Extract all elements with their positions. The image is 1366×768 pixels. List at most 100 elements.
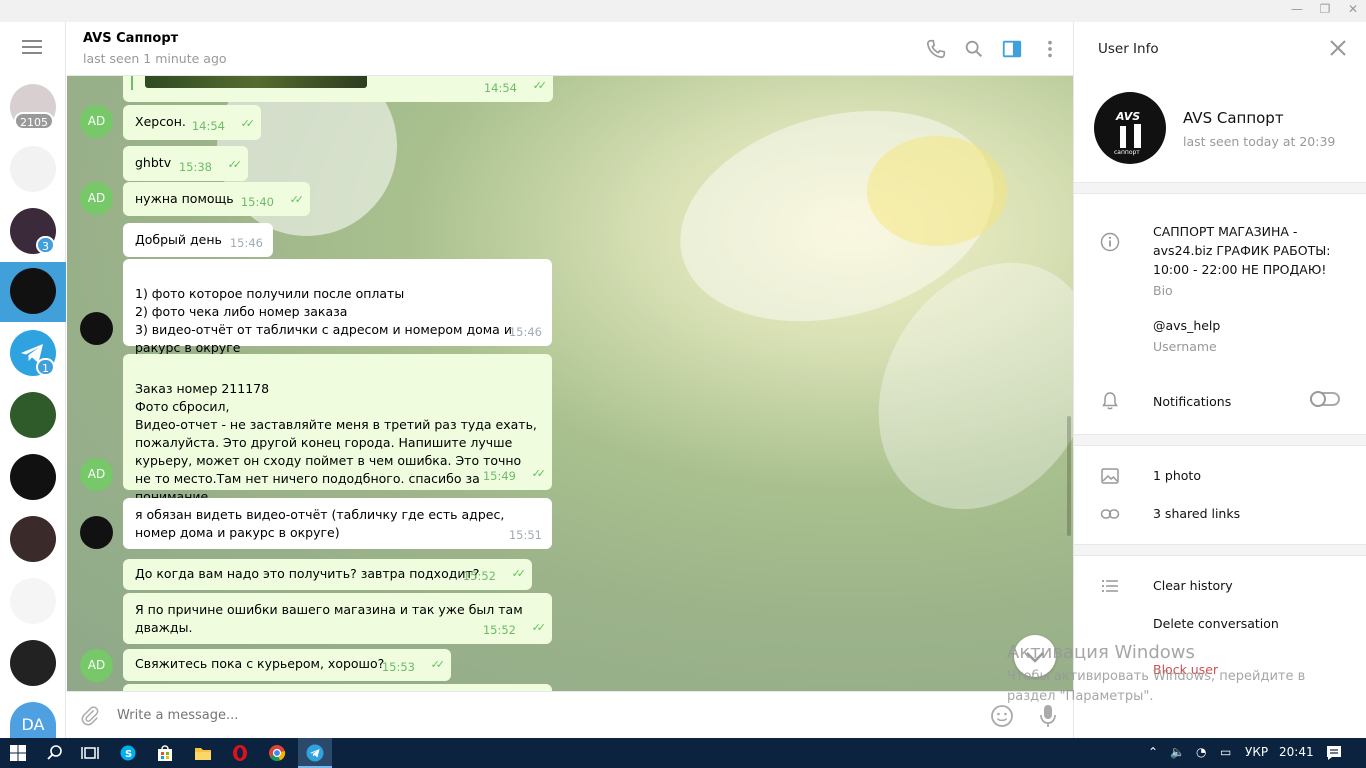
svg-text:саппорт: саппорт	[1114, 149, 1140, 156]
restore-button[interactable]: ❐	[1318, 2, 1332, 16]
minimize-button[interactable]: —	[1290, 2, 1304, 16]
shared-links-link[interactable]: 3 shared links	[1153, 504, 1240, 523]
telegram-taskbar-active[interactable]	[298, 738, 332, 768]
task-view-icon[interactable]	[80, 743, 100, 763]
phone-icon[interactable]	[925, 38, 947, 60]
photo-thumbnail[interactable]	[145, 76, 367, 88]
sidebar-chat-8[interactable]	[10, 516, 56, 562]
chat-list-sidebar: 2105 3 1 DA	[0, 22, 66, 738]
read-checks-icon: ✓✓	[511, 567, 527, 580]
avatar[interactable]: AD	[80, 182, 113, 215]
windows-taskbar: S ⌃ 🔈 ◔ ▭ УКР 20:41	[0, 738, 1366, 768]
more-options-icon[interactable]	[1039, 38, 1061, 60]
message-time: 15:46	[229, 236, 263, 250]
read-checks-icon: ✓✓	[240, 117, 256, 130]
scroll-to-bottom-button[interactable]	[1014, 635, 1056, 677]
message-bubble[interactable]: Свяжитесь пока с курьером, хорошо? 15:53…	[123, 649, 451, 681]
message-bubble[interactable]: Добрый день 15:46	[123, 223, 273, 257]
menu-icon[interactable]	[22, 40, 42, 54]
info-icon	[1100, 232, 1120, 252]
windows-start-icon[interactable]	[8, 743, 28, 763]
notifications-toggle[interactable]	[1310, 391, 1340, 407]
attach-icon[interactable]	[79, 704, 101, 726]
photos-link[interactable]: 1 photo	[1153, 466, 1201, 485]
bio-label: Bio	[1153, 283, 1173, 298]
clear-history-button[interactable]: Clear history	[1153, 576, 1233, 595]
close-window-button[interactable]: ✕	[1346, 2, 1360, 16]
message-bubble[interactable]: 14:54 ✓✓	[123, 76, 553, 102]
close-icon[interactable]	[1328, 38, 1348, 58]
message-bubble[interactable]: ghbtv 15:38 ✓✓	[123, 146, 248, 181]
chat-header: AVS Саппорт last seen 1 minute ago	[67, 22, 1073, 76]
network-icon[interactable]: ◔	[1196, 745, 1206, 759]
emoji-icon[interactable]	[990, 704, 1014, 728]
chat-scrollbar[interactable]	[1067, 416, 1071, 536]
sidebar-chat-3[interactable]: 3	[10, 208, 56, 254]
avatar[interactable]	[80, 516, 113, 549]
avatar[interactable]: AD	[80, 458, 113, 491]
link-icon	[1100, 509, 1120, 519]
sidebar-chat-avs[interactable]	[10, 268, 56, 314]
read-checks-icon: ✓✓	[430, 658, 446, 671]
sidebar-chat-telegram[interactable]: 1	[10, 330, 56, 376]
message-bubble[interactable]: Я по причине ошибки вашего магазина и та…	[123, 593, 552, 644]
sidebar-chat-9[interactable]	[10, 578, 56, 624]
chat-messages-area[interactable]: 14:54 ✓✓ AD Херсон. 14:54 ✓✓ ghbtv 15:38…	[67, 76, 1073, 691]
sidebar-chat-2[interactable]	[10, 146, 56, 192]
message-bubble[interactable]	[123, 684, 552, 691]
profile-last-seen: last seen today at 20:39	[1183, 134, 1336, 149]
info-title: User Info	[1098, 41, 1159, 57]
username-value[interactable]: @avs_help	[1153, 316, 1220, 335]
message-bubble[interactable]: Заказ номер 211178 Фото сбросил, Видео-о…	[123, 354, 552, 504]
notifications-center-icon[interactable]	[1324, 743, 1344, 763]
block-user-button[interactable]: Block user	[1153, 660, 1218, 679]
message-time: 15:40	[240, 195, 274, 209]
avs-logo-icon: AVS саппорт	[1114, 110, 1141, 156]
message-text: я обязан видеть видео-отчёт (табличку гд…	[135, 507, 505, 540]
battery-icon[interactable]: ▭	[1220, 745, 1231, 759]
volume-icon[interactable]: 🔈	[1170, 745, 1185, 759]
message-bubble[interactable]: Херсон. 14:54 ✓✓	[123, 105, 261, 140]
tray-expand-icon[interactable]: ⌃	[1148, 745, 1158, 759]
sidebar-chat-6[interactable]	[10, 392, 56, 438]
sidebar-chat-7[interactable]	[10, 454, 56, 500]
avatar[interactable]: AD	[80, 105, 113, 138]
search-icon[interactable]	[45, 743, 65, 763]
file-explorer-icon[interactable]	[193, 743, 213, 763]
background-decoration	[867, 136, 1007, 246]
message-time: 15:53	[381, 660, 415, 674]
skype-icon[interactable]: S	[118, 743, 138, 763]
self-avatar[interactable]: DA	[10, 702, 56, 738]
message-bubble[interactable]: До когда вам надо это получить? завтра п…	[123, 559, 532, 590]
search-icon[interactable]	[963, 38, 985, 60]
message-bubble[interactable]: 1) фото которое получили после оплаты 2)…	[123, 259, 552, 355]
chat-title[interactable]: AVS Саппорт	[83, 31, 178, 46]
chrome-icon[interactable]	[267, 743, 287, 763]
photo-icon	[1101, 468, 1119, 484]
store-icon[interactable]	[155, 743, 175, 763]
opera-icon[interactable]	[230, 743, 250, 763]
clock[interactable]: 20:41	[1279, 745, 1314, 759]
profile-avatar[interactable]: AVS саппорт	[1094, 92, 1166, 164]
unread-badge: 1	[36, 358, 55, 376]
message-text: Херсон.	[135, 114, 186, 129]
message-text: Свяжитесь пока с курьером, хорошо?	[135, 656, 385, 671]
sidebar-chat-1[interactable]: 2105	[10, 84, 56, 130]
avatar[interactable]	[80, 312, 113, 345]
info-panel-toggle-icon[interactable]	[1001, 38, 1023, 60]
svg-text:AVS: AVS	[1115, 110, 1140, 123]
delete-conversation-button[interactable]: Delete conversation	[1153, 614, 1279, 633]
notifications-label: Notifications	[1153, 394, 1232, 409]
language-indicator[interactable]: УКР	[1245, 745, 1268, 759]
message-bubble[interactable]: я обязан видеть видео-отчёт (табличку гд…	[123, 498, 552, 549]
message-text: Добрый день	[135, 232, 222, 247]
message-time: 15:52	[482, 623, 516, 637]
message-text: Я по причине ошибки вашего магазина и та…	[135, 602, 523, 635]
microphone-icon[interactable]	[1037, 703, 1059, 729]
sidebar-chat-10[interactable]	[10, 640, 56, 686]
read-checks-icon: ✓✓	[531, 467, 547, 480]
message-bubble[interactable]: нужна помощь 15:40 ✓✓	[123, 182, 310, 216]
message-input[interactable]	[117, 704, 977, 726]
avatar[interactable]: AD	[80, 649, 113, 682]
message-text: Заказ номер 211178 Фото сбросил, Видео-о…	[135, 381, 537, 504]
